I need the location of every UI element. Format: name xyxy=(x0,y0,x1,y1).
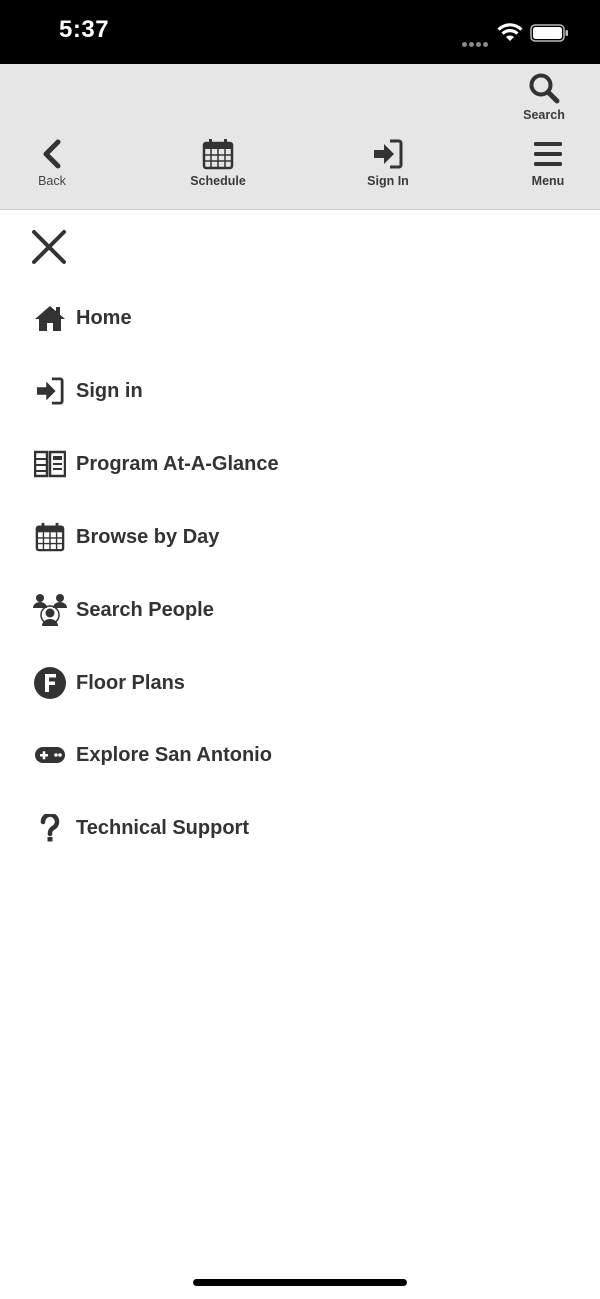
gamepad-icon xyxy=(35,747,65,763)
menu-item-label: Floor Plans xyxy=(76,671,185,694)
search-icon xyxy=(529,73,560,104)
menu-item-sign-in[interactable]: Sign in xyxy=(32,366,143,416)
sign-in-icon xyxy=(36,377,64,405)
menu-item-floor-plans[interactable]: Floor Plans xyxy=(32,658,185,708)
sign-in-button[interactable]: Sign In xyxy=(348,138,428,188)
back-button[interactable]: Back xyxy=(22,138,82,188)
menu-item-label: Program At-A-Glance xyxy=(76,452,279,475)
close-menu-button[interactable] xyxy=(30,228,68,266)
floor-plans-icon xyxy=(34,667,66,699)
search-label: Search xyxy=(523,108,565,122)
menu-item-technical-support[interactable]: Technical Support xyxy=(32,803,249,853)
battery-icon xyxy=(530,24,568,42)
home-icon xyxy=(35,306,65,331)
back-label: Back xyxy=(38,174,66,188)
question-icon xyxy=(40,814,60,842)
schedule-label: Schedule xyxy=(190,174,246,188)
menu-item-home[interactable]: Home xyxy=(32,293,132,343)
people-icon xyxy=(33,594,67,626)
menu-label: Menu xyxy=(531,174,565,188)
status-time: 5:37 xyxy=(59,16,110,43)
wifi-icon xyxy=(497,23,523,41)
home-indicator[interactable] xyxy=(193,1279,407,1286)
chevron-left-icon xyxy=(43,139,61,169)
menu-item-label: Sign in xyxy=(76,379,143,402)
menu-button[interactable]: Menu xyxy=(518,138,578,188)
menu-item-label: Browse by Day xyxy=(76,525,220,548)
close-icon xyxy=(32,230,66,264)
status-bar: 5:37 xyxy=(0,0,600,64)
menu-item-browse-by-day[interactable]: Browse by Day xyxy=(32,512,219,562)
menu-item-label: Technical Support xyxy=(76,816,249,839)
schedule-button[interactable]: Schedule xyxy=(178,138,258,188)
sign-in-icon xyxy=(374,139,403,169)
program-icon xyxy=(34,450,66,478)
search-button[interactable]: Search xyxy=(514,72,574,122)
sign-in-label: Sign In xyxy=(367,174,409,188)
calendar-icon xyxy=(35,522,65,552)
menu-item-label: Explore San Antonio xyxy=(76,743,272,766)
calendar-icon xyxy=(202,139,234,170)
signal-icon xyxy=(462,34,490,52)
hamburger-menu-icon xyxy=(534,142,562,166)
top-toolbar: Search Back Schedule Sign In Menu xyxy=(0,64,600,210)
menu-item-label: Home xyxy=(76,306,132,329)
menu-item-label: Search People xyxy=(76,598,214,621)
menu-item-explore-san-antonio[interactable]: Explore San Antonio xyxy=(32,730,272,780)
menu-item-program-at-a-glance[interactable]: Program At-A-Glance xyxy=(32,439,279,489)
menu-item-search-people[interactable]: Search People xyxy=(32,585,214,635)
